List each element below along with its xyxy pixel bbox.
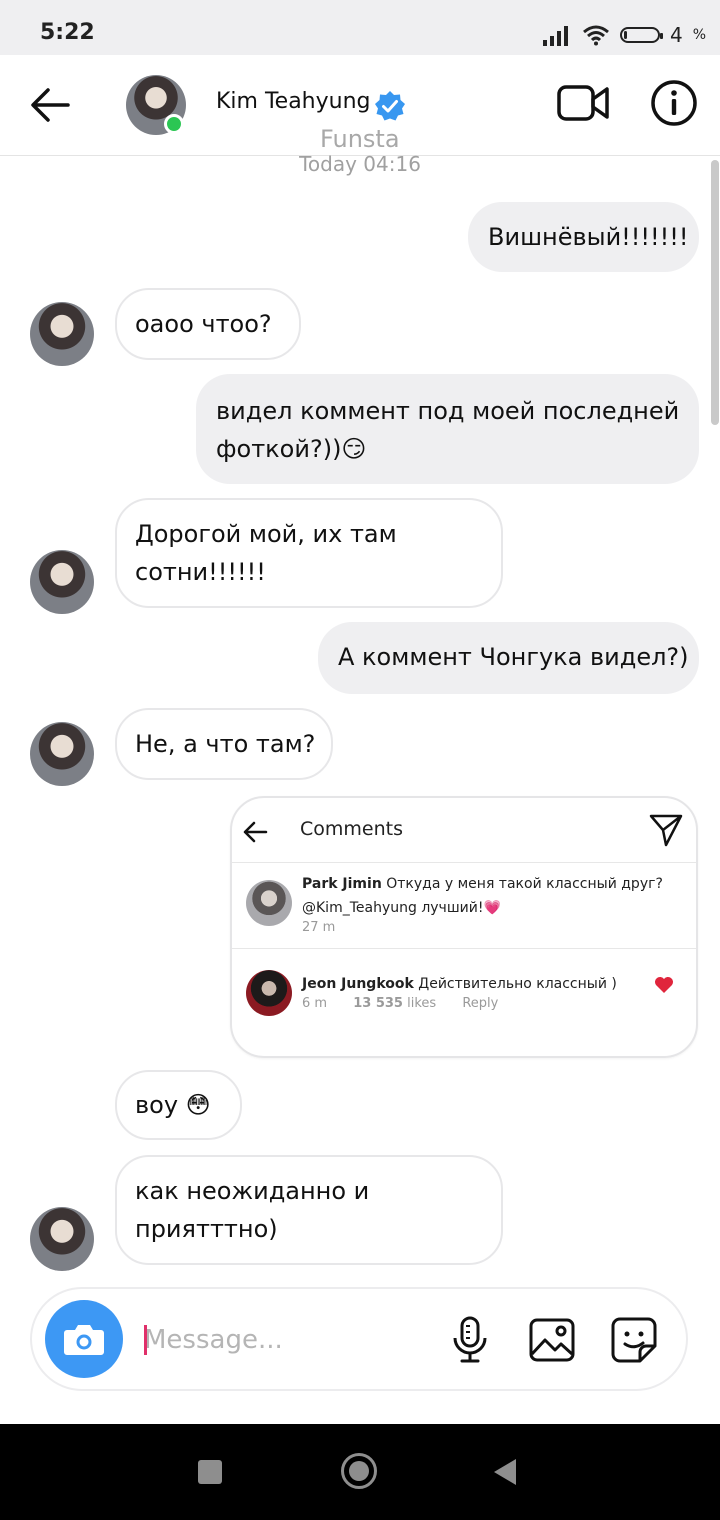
- comment-time: 6 m: [302, 996, 328, 1011]
- shared-comments-screenshot[interactable]: Comments Park Jimin Откуда у меня такой …: [230, 796, 698, 1058]
- microphone-icon[interactable]: [450, 1316, 490, 1364]
- info-icon[interactable]: [650, 79, 698, 127]
- comment-author: Park Jimin: [302, 876, 382, 892]
- arrow-left-icon[interactable]: [28, 85, 72, 125]
- chat-timestamp: Today 04:16: [299, 152, 421, 176]
- comment-text: Откуда у меня такой классный друг?: [386, 876, 663, 892]
- message-outgoing[interactable]: А коммент Чонгука видел?): [318, 622, 699, 694]
- signal-icon: [542, 26, 568, 46]
- battery-icon: [619, 27, 663, 43]
- message-input[interactable]: [142, 1316, 436, 1364]
- recent-apps-icon[interactable]: [198, 1460, 222, 1484]
- back-triangle-icon[interactable]: [494, 1459, 516, 1485]
- arrow-left-icon: [243, 821, 268, 843]
- message-incoming[interactable]: Не, а что там?: [115, 708, 333, 780]
- commenter-avatar: [246, 880, 292, 926]
- commenter-avatar: [246, 970, 292, 1016]
- message-incoming[interactable]: как неожиданно и приятттно): [115, 1155, 503, 1265]
- message-outgoing[interactable]: видел коммент под моей последней фоткой?…: [196, 374, 699, 484]
- battery-unit: %: [692, 27, 706, 43]
- status-icons: 4 %: [542, 20, 706, 50]
- comment-text-continued: @Kim_Teahyung лучший!💗: [302, 900, 501, 916]
- text-cursor: [144, 1325, 147, 1355]
- message-outgoing[interactable]: Вишнёвый!!!!!!!: [468, 202, 699, 272]
- wifi-icon: [582, 25, 609, 46]
- card-title: Comments: [300, 818, 403, 840]
- account-subtitle: Funsta: [320, 125, 400, 153]
- message-incoming[interactable]: Дорогой мой, их там сотни!!!!!!: [115, 498, 503, 608]
- home-icon[interactable]: [341, 1453, 377, 1489]
- heart-icon: [655, 977, 673, 993]
- status-time: 5:22: [40, 20, 95, 45]
- comment-reply: Reply: [462, 996, 499, 1011]
- sender-avatar[interactable]: [30, 550, 94, 614]
- message-incoming[interactable]: воу 😳: [115, 1070, 242, 1140]
- contact-name[interactable]: Kim Teahyung: [216, 89, 371, 114]
- comment-row: Park Jimin Откуда у меня такой классный …: [232, 862, 696, 949]
- comment-likes: 13 535: [353, 996, 403, 1011]
- online-status-dot: [164, 114, 184, 134]
- sender-avatar[interactable]: [30, 722, 94, 786]
- card-header: Comments: [232, 798, 696, 863]
- message-incoming[interactable]: оаоо чтоо?: [115, 288, 301, 360]
- camera-button[interactable]: [45, 1300, 123, 1378]
- comment-time: 27 m: [302, 920, 336, 935]
- battery-level: 4: [669, 23, 683, 47]
- image-icon[interactable]: [528, 1316, 576, 1364]
- comment-row: Jeon Jungkook Действительно классный ) 6…: [232, 950, 696, 1056]
- sender-avatar[interactable]: [30, 302, 94, 366]
- comment-text: Действительно классный ): [418, 976, 617, 992]
- chat-header: Kim Teahyung Funsta: [0, 55, 720, 156]
- sender-avatar[interactable]: [30, 1207, 94, 1271]
- camera-icon: [64, 1325, 104, 1355]
- comment-author: Jeon Jungkook: [302, 976, 414, 992]
- send-icon: [649, 814, 683, 847]
- scrollbar[interactable]: [711, 160, 719, 425]
- sticker-icon[interactable]: [610, 1316, 658, 1364]
- verified-badge-icon: [375, 91, 405, 121]
- video-camera-icon[interactable]: [556, 81, 610, 125]
